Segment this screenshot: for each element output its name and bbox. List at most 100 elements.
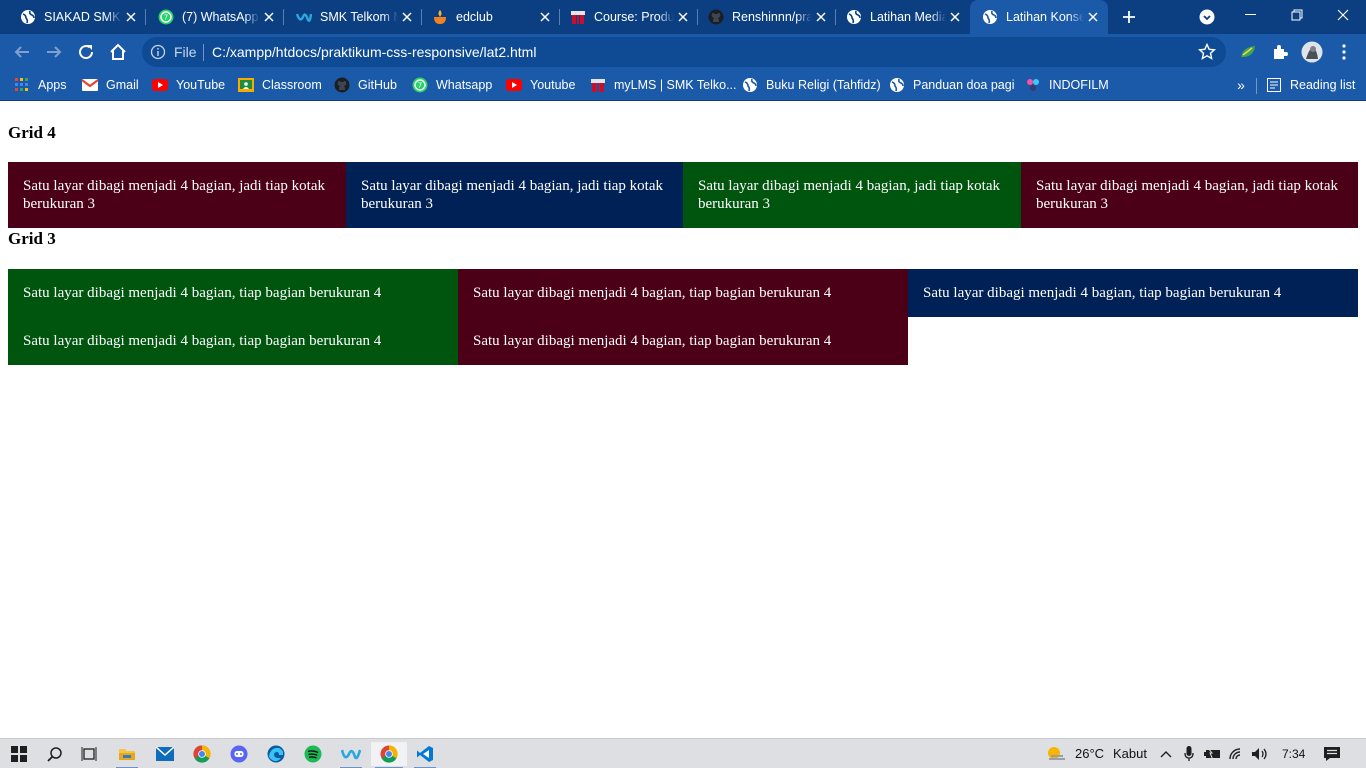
address-bar[interactable]: File C:/xampp/htdocs/praktikum-css-respo… — [142, 37, 1226, 67]
weather-icon[interactable] — [1045, 745, 1067, 763]
bookmark-apps[interactable]: Apps — [14, 75, 67, 95]
file-explorer-app[interactable] — [112, 742, 142, 768]
close-tab-icon[interactable] — [122, 8, 140, 26]
close-tab-icon[interactable] — [398, 8, 416, 26]
url-text[interactable]: C:/xampp/htdocs/praktikum-css-responsive… — [212, 44, 536, 60]
close-tab-icon[interactable] — [536, 8, 554, 26]
youtube-icon — [152, 77, 168, 93]
puzzle-icon — [1274, 45, 1288, 59]
search-button[interactable] — [40, 742, 70, 766]
arrow-left-icon — [14, 46, 29, 58]
globe-icon — [742, 77, 758, 93]
scheme-label: File — [174, 44, 197, 60]
close-icon — [1337, 9, 1349, 21]
bookmark-mylms[interactable]: myLMS | SMK Telko... — [590, 75, 737, 95]
close-window-button[interactable] — [1320, 0, 1366, 30]
start-button[interactable] — [4, 742, 34, 766]
globe-icon — [889, 77, 905, 93]
close-tab-icon[interactable] — [674, 8, 692, 26]
forward-button[interactable] — [40, 38, 68, 66]
clock-time[interactable]: 7:34 — [1282, 747, 1305, 761]
star-icon[interactable] — [1198, 43, 1216, 61]
tab-title: Latihan Konsep Grid — [1006, 10, 1084, 24]
restore-icon — [1291, 9, 1303, 21]
info-icon[interactable] — [150, 44, 166, 60]
tab-latihan-konsep[interactable]: Latihan Konsep Grid — [970, 0, 1108, 34]
omnibox-divider — [203, 44, 204, 61]
notifications-icon[interactable] — [1323, 745, 1341, 763]
new-tab-button[interactable] — [1118, 6, 1140, 28]
reload-button[interactable] — [72, 38, 100, 66]
minimize-icon — [1245, 14, 1256, 15]
extensions-button[interactable] — [1266, 38, 1294, 66]
home-button[interactable] — [104, 38, 132, 66]
bookmark-indofilm[interactable]: INDOFILM — [1025, 75, 1109, 95]
tab-title: Latihan Media Query — [870, 10, 946, 24]
tab-github-renshinnn[interactable]: Renshinnn/praktikum — [698, 0, 836, 34]
tab-whatsapp[interactable]: 7 (7) WhatsApp — [146, 0, 284, 34]
chrome-active-app[interactable] — [371, 742, 407, 768]
volume-icon[interactable] — [1251, 745, 1269, 763]
tab-title: Renshinnn/praktikum — [732, 10, 812, 24]
bookmark-label: Panduan doa pagi — [913, 78, 1015, 92]
search-icon — [47, 747, 62, 762]
minimize-button[interactable] — [1228, 0, 1274, 30]
tab-title: edclub — [456, 10, 493, 24]
reading-list-icon — [1266, 77, 1282, 93]
chevron-up-icon[interactable] — [1157, 745, 1175, 763]
spotify-app[interactable] — [298, 742, 328, 766]
extension-button[interactable] — [1234, 38, 1262, 66]
bookmark-panduan-doa[interactable]: Panduan doa pagi — [889, 75, 1014, 95]
tab-smk-telkom[interactable]: SMK Telkom Malang — [284, 0, 422, 34]
restore-button[interactable] — [1274, 0, 1320, 30]
bookmark-label: myLMS | SMK Telko... — [614, 78, 737, 92]
avatar — [1301, 41, 1323, 63]
globe-icon — [982, 9, 998, 25]
bookmark-buku-religi[interactable]: Buku Religi (Tahfidz) — [742, 75, 881, 95]
task-view-button[interactable] — [74, 742, 104, 766]
edge-app[interactable] — [261, 742, 291, 766]
tab-edclub[interactable]: edclub — [422, 0, 560, 34]
discord-app[interactable] — [224, 742, 254, 766]
whatsapp-icon: 7 — [158, 9, 174, 25]
tab-siakad[interactable]: SIAKAD SMK Telkom — [0, 0, 146, 34]
bookmark-youtube[interactable]: YouTube — [152, 75, 225, 95]
webex-app[interactable] — [336, 742, 366, 768]
reading-list-label: Reading list — [1290, 78, 1356, 92]
moodle-icon — [570, 9, 586, 25]
tab-course-produk[interactable]: Course: Produk — [560, 0, 698, 34]
close-tab-icon[interactable] — [946, 8, 964, 26]
tab-search-button[interactable] — [1196, 6, 1218, 28]
grid4-box: Satu layar dibagi menjadi 4 bagian, jadi… — [8, 162, 346, 228]
mail-app[interactable] — [150, 742, 180, 766]
close-tab-icon[interactable] — [812, 8, 830, 26]
close-tab-icon[interactable] — [1084, 8, 1102, 26]
gmail-icon — [82, 77, 98, 93]
menu-button[interactable] — [1330, 38, 1358, 66]
battery-icon[interactable] — [1204, 745, 1222, 763]
bookmark-youtube-2[interactable]: Youtube — [506, 75, 575, 95]
back-button[interactable] — [8, 38, 36, 66]
wifi-icon[interactable] — [1228, 745, 1246, 763]
reading-list-button[interactable]: Reading list — [1266, 75, 1355, 95]
close-tab-icon[interactable] — [260, 8, 278, 26]
vscode-app[interactable] — [410, 742, 440, 768]
plus-icon — [1123, 11, 1135, 23]
tab-latihan-media[interactable]: Latihan Media Query — [836, 0, 970, 34]
bookmark-gmail[interactable]: Gmail — [82, 75, 139, 95]
svg-text:7: 7 — [164, 14, 168, 22]
chrome-app[interactable] — [187, 742, 217, 766]
bookmark-github[interactable]: GitHub — [334, 75, 397, 95]
weather-description[interactable]: Kabut — [1113, 746, 1147, 761]
microphone-icon[interactable] — [1180, 745, 1198, 763]
bookmark-label: Whatsapp — [436, 78, 493, 92]
bookmarks-overflow-button[interactable]: » — [1232, 75, 1250, 95]
profile-button[interactable] — [1298, 38, 1326, 66]
bookmark-whatsapp[interactable]: 7 Whatsapp — [412, 75, 492, 95]
grid3-box: Satu layar dibagi menjadi 4 bagian, tiap… — [458, 317, 908, 365]
bookmark-classroom[interactable]: Classroom — [238, 75, 322, 95]
spotify-icon — [304, 745, 322, 763]
youtube-icon — [506, 77, 522, 93]
grid4-heading: Grid 4 — [8, 123, 56, 142]
weather-temperature[interactable]: 26°C — [1075, 746, 1104, 761]
